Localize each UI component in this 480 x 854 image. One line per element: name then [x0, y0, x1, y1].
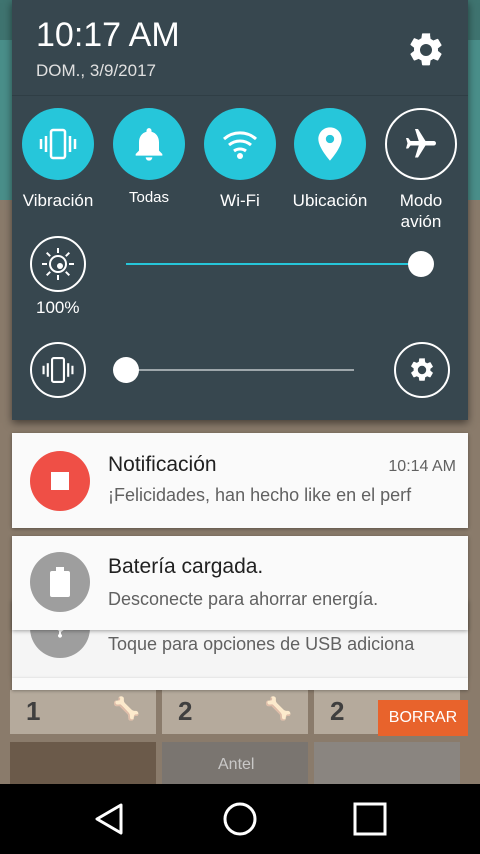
volume-slider-track[interactable]: [126, 369, 354, 371]
grid-cell: 2 🦴: [162, 690, 308, 734]
brightness-percent: 100%: [36, 298, 80, 317]
airplane-icon[interactable]: [385, 108, 457, 180]
grid-cell-number: 1: [26, 696, 41, 726]
notification-card[interactable]: Notificación 10:14 AM ¡Felicidades, han …: [12, 433, 468, 528]
notification-text: ¡Felicidades, han hecho like en el perf: [108, 485, 412, 505]
navigation-bar: [0, 784, 480, 854]
battery-icon: [30, 552, 90, 612]
volume-slider-knob[interactable]: [113, 357, 139, 383]
background-caption: Antel: [218, 756, 255, 773]
notification-stack-edge: [12, 678, 468, 690]
bone-icon: 🦴: [112, 696, 140, 721]
notification-title: Batería cargada.: [108, 555, 264, 578]
settings-gear-icon[interactable]: [406, 30, 446, 70]
home-icon[interactable]: [210, 796, 270, 842]
notification-time: 10:14 AM: [388, 458, 456, 475]
brightness-auto-icon[interactable]: [30, 236, 86, 292]
tile-wifi[interactable]: Wi-Fi: [195, 108, 285, 211]
location-pin-icon[interactable]: [294, 108, 366, 180]
notification-card-battery[interactable]: Batería cargada. Desconecte para ahorrar…: [12, 536, 468, 630]
tile-label: Wi-Fi: [220, 191, 260, 210]
tile-label: Vibración: [22, 191, 94, 210]
back-icon[interactable]: [79, 796, 139, 842]
tile-sound-all[interactable]: Todas: [104, 108, 194, 208]
vibrate-icon[interactable]: [22, 108, 94, 180]
notification-text: Toque para opciones de USB adiciona: [108, 634, 415, 654]
notification-text: Desconecte para ahorrar energía.: [108, 589, 379, 609]
brightness-slider-track[interactable]: [126, 263, 422, 265]
grid-cell-number: 2: [178, 696, 193, 726]
tile-label: Todas: [128, 189, 170, 206]
quick-settings-header: 10:17 AM DOM., 3/9/2017: [12, 0, 468, 96]
notification-title: Notificación: [108, 453, 217, 476]
tile-label: Modo avión: [399, 191, 443, 231]
clock-date: DOM., 3/9/2017: [36, 61, 157, 80]
brightness-slider-knob[interactable]: [408, 251, 434, 277]
stop-icon: [30, 451, 90, 511]
vibrate-mode-icon[interactable]: [30, 342, 86, 398]
clear-all-button[interactable]: BORRAR: [378, 700, 468, 736]
quick-settings-panel: 10:17 AM DOM., 3/9/2017 Vibración Todas …: [12, 0, 468, 420]
bone-icon: 🦴: [264, 696, 292, 721]
tile-airplane-mode[interactable]: Modo avión: [376, 108, 466, 232]
grid-cell: 1 🦴: [10, 690, 156, 734]
photo-thumbnail: [314, 742, 460, 784]
recents-icon[interactable]: [340, 796, 400, 842]
wifi-icon[interactable]: [204, 108, 276, 180]
clock-time: 10:17 AM: [36, 16, 180, 54]
bell-icon[interactable]: [113, 108, 185, 180]
sound-settings-gear-icon[interactable]: [394, 342, 450, 398]
tile-label: Ubicación: [292, 191, 368, 210]
tile-location[interactable]: Ubicación: [285, 108, 375, 211]
grid-cell-number: 2: [330, 696, 345, 726]
dog-photo: [10, 742, 156, 784]
tile-vibration[interactable]: Vibración: [13, 108, 103, 211]
